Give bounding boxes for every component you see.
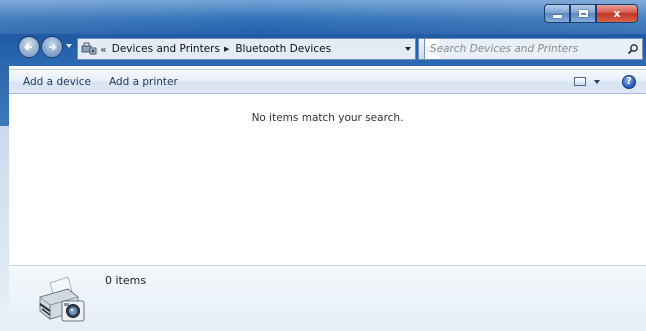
item-count: 0 items [105, 274, 147, 287]
maximize-button[interactable] [570, 4, 596, 23]
minimize-icon [552, 15, 562, 18]
devices-folder-icon [81, 42, 97, 56]
title-bar: x « Devices and Printers ▶ Bluetooth Dev… [0, 0, 646, 66]
breadcrumb-overflow[interactable]: « [100, 43, 107, 56]
add-device-button[interactable]: Add a device [9, 71, 100, 93]
maximize-icon [578, 10, 588, 17]
change-view-icon[interactable] [574, 77, 586, 86]
details-pane: 0 items [9, 265, 646, 331]
back-arrow-icon [24, 43, 32, 51]
search-icon[interactable] [624, 40, 642, 58]
recent-pages-dropdown[interactable] [66, 44, 72, 48]
breadcrumb-devices-and-printers[interactable]: Devices and Printers [112, 43, 220, 55]
minimize-button[interactable] [544, 4, 570, 23]
caption-buttons: x [544, 4, 638, 24]
address-bar[interactable]: « Devices and Printers ▶ Bluetooth Devic… [77, 38, 416, 60]
add-printer-button[interactable]: Add a printer [100, 71, 187, 93]
breadcrumb-bluetooth-devices[interactable]: Bluetooth Devices [235, 43, 331, 55]
back-button[interactable] [18, 36, 40, 58]
printer-icon [34, 271, 90, 327]
items-view[interactable]: No items match your search. [9, 94, 646, 265]
empty-results-message: No items match your search. [251, 112, 404, 124]
search-box[interactable] [424, 38, 643, 60]
address-dropdown-button[interactable] [400, 39, 415, 59]
window-frame-edge [0, 66, 9, 331]
help-button[interactable]: ? [622, 74, 636, 89]
explorer-window: x « Devices and Printers ▶ Bluetooth Dev… [0, 0, 646, 331]
close-button[interactable]: x [596, 4, 638, 23]
search-input[interactable] [430, 43, 624, 55]
view-options-dropdown[interactable] [594, 79, 600, 84]
breadcrumb-separator-icon[interactable]: ▶ [224, 45, 229, 53]
forward-button[interactable] [41, 36, 63, 58]
close-icon: x [613, 7, 621, 20]
forward-arrow-icon [49, 43, 57, 51]
command-bar: Add a device Add a printer ? [9, 69, 646, 94]
